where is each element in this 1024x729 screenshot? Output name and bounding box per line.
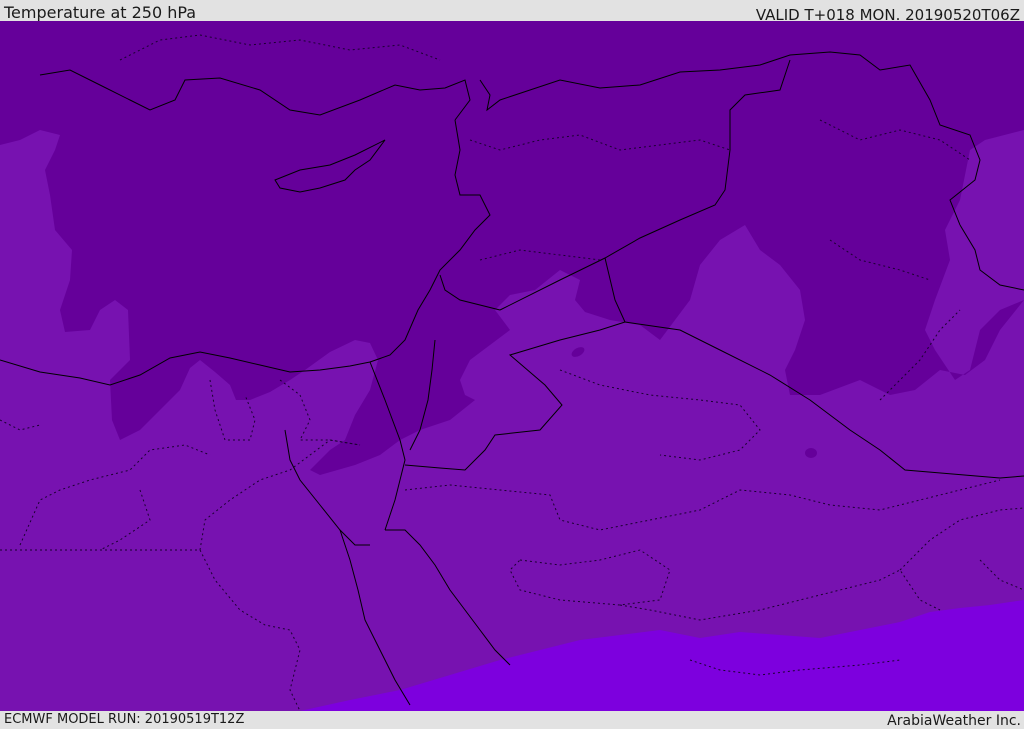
map-title: Temperature at 250 hPa bbox=[4, 3, 197, 22]
map-footer: ECMWF MODEL RUN: 20190519T12Z ArabiaWeat… bbox=[0, 711, 1024, 729]
temperature-patch-cold-1 bbox=[805, 448, 817, 458]
brand-label: ArabiaWeather Inc. bbox=[887, 713, 1021, 729]
map-header: Temperature at 250 hPa VALID T+018 MON. … bbox=[0, 0, 1024, 24]
temperature-map bbox=[0, 21, 1024, 711]
model-run-label: ECMWF MODEL RUN: 20190519T12Z bbox=[4, 712, 245, 727]
